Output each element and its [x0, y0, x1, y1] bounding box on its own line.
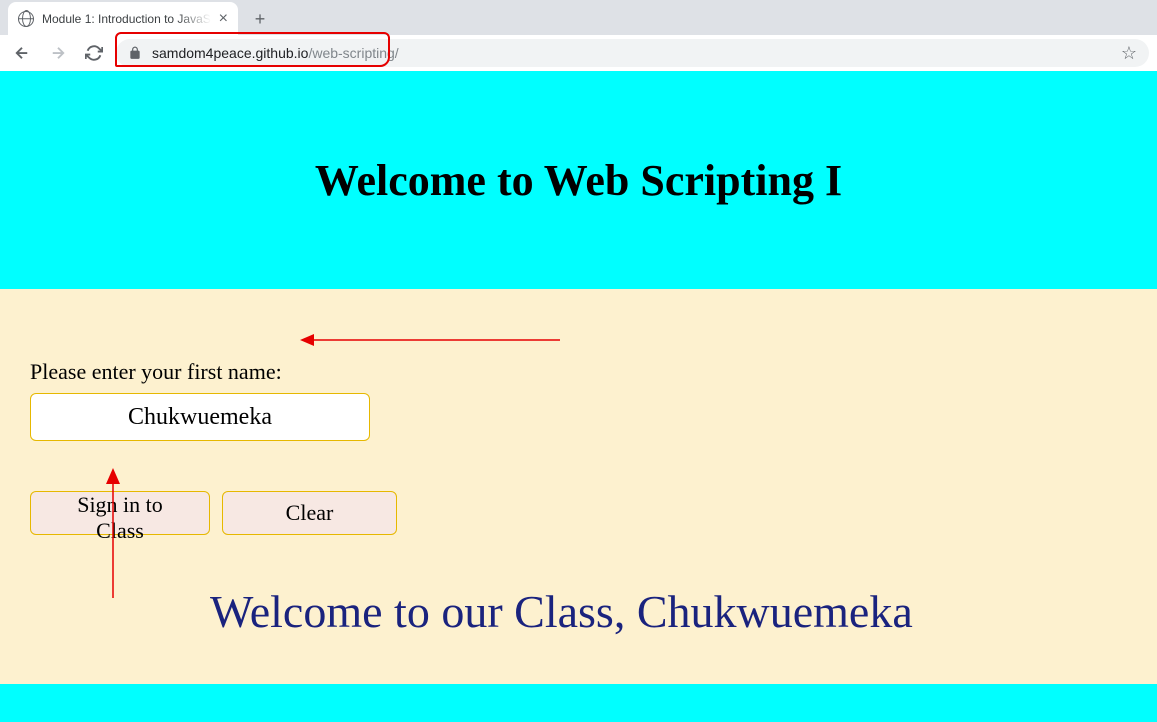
page-content: Welcome to Web Scripting I Please enter … [0, 71, 1157, 722]
button-row: Sign in to Class Clear [30, 491, 1127, 535]
name-label: Please enter your first name: [30, 359, 1127, 385]
lock-icon [128, 46, 142, 60]
new-tab-button[interactable]: + [246, 5, 274, 33]
address-bar[interactable]: samdom4peace.github.io/web-scripting/ ☆ [116, 39, 1149, 67]
forward-button[interactable] [44, 39, 72, 67]
close-icon[interactable]: × [219, 11, 228, 27]
browser-chrome: Module 1: Introduction to JavaSc × + sam… [0, 0, 1157, 71]
signin-button[interactable]: Sign in to Class [30, 491, 210, 535]
tab-bar: Module 1: Introduction to JavaSc × + [0, 0, 1157, 35]
bookmark-star-icon[interactable]: ☆ [1121, 43, 1137, 64]
back-button[interactable] [8, 39, 36, 67]
name-input[interactable] [30, 393, 370, 441]
bottom-strip [0, 684, 1157, 722]
welcome-message: Welcome to our Class, Chukwuemeka [210, 585, 1127, 638]
page-title: Welcome to Web Scripting I [315, 155, 842, 206]
tab-title: Module 1: Introduction to JavaSc [42, 12, 211, 26]
reload-button[interactable] [80, 39, 108, 67]
globe-icon [18, 11, 34, 27]
url-text: samdom4peace.github.io/web-scripting/ [152, 45, 1111, 61]
clear-button[interactable]: Clear [222, 491, 397, 535]
banner: Welcome to Web Scripting I [0, 71, 1157, 289]
url-path: /web-scripting/ [308, 45, 398, 61]
address-row: samdom4peace.github.io/web-scripting/ ☆ [0, 35, 1157, 71]
url-domain: samdom4peace.github.io [152, 45, 308, 61]
form-area: Please enter your first name: Sign in to… [0, 289, 1157, 684]
browser-tab[interactable]: Module 1: Introduction to JavaSc × [8, 2, 238, 35]
